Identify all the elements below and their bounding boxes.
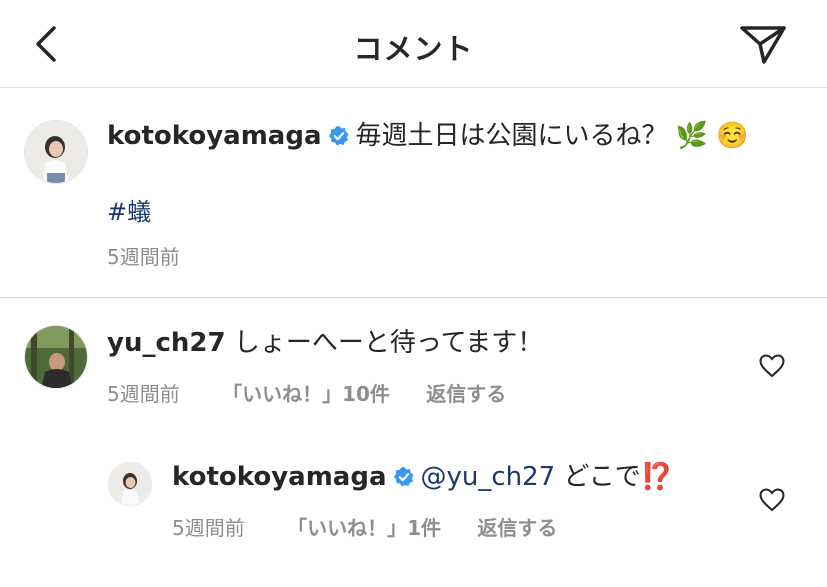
reply-like-count[interactable]: 「いいね！」1件	[287, 516, 441, 540]
avatar[interactable]	[24, 325, 88, 389]
verified-badge-icon	[393, 463, 415, 497]
heart-icon	[759, 488, 785, 512]
comment-timestamp: 5週間前	[107, 382, 180, 406]
like-button[interactable]	[759, 488, 785, 516]
reply-reply-button[interactable]: 返信する	[477, 516, 557, 540]
share-button[interactable]	[738, 22, 788, 66]
reply-timestamp: 5週間前	[172, 516, 245, 540]
caption-text: 毎週土日は公園にいるね？	[355, 121, 668, 151]
reply-emoji: ⁉️	[640, 462, 674, 492]
send-icon	[740, 26, 786, 64]
reply-text: どこで	[563, 462, 641, 492]
caption-line: kotokoyamaga 毎週土日は公園にいるね？ 🌿 ☺️	[107, 119, 749, 156]
page-title: コメント	[353, 32, 474, 66]
verified-badge-icon	[328, 122, 350, 156]
hashtag-link[interactable]: #蟻	[107, 192, 151, 227]
avatar[interactable]	[24, 120, 88, 184]
reply-line: kotokoyamaga @yu_ch27 どこで⁉️	[172, 460, 673, 497]
header-bar: コメント	[0, 0, 827, 88]
caption-timestamp: 5週間前	[107, 245, 180, 269]
reply-mention[interactable]: @yu_ch27	[421, 462, 556, 492]
reply-username[interactable]: kotokoyamaga	[172, 462, 387, 492]
avatar[interactable]	[108, 462, 152, 506]
like-button[interactable]	[759, 354, 785, 382]
comment-line: yu_ch27 しょーへーと待ってます！	[107, 326, 543, 360]
caption-emoji: 🌿 ☺️	[675, 121, 749, 151]
comment-like-count[interactable]: 「いいね！」10件	[222, 382, 390, 406]
heart-icon	[759, 354, 785, 378]
comment-meta: 5週間前 「いいね！」10件 返信する	[107, 378, 506, 407]
post-caption: kotokoyamaga 毎週土日は公園にいるね？ 🌿 ☺️ #蟻 5週間前	[0, 89, 827, 298]
comment-reply-button[interactable]: 返信する	[426, 382, 506, 406]
comment-text: しょーへーと待ってます！	[233, 328, 544, 358]
comment-username[interactable]: yu_ch27	[107, 328, 226, 358]
reply-meta: 5週間前 「いいね！」1件 返信する	[172, 512, 557, 541]
caption-username[interactable]: kotokoyamaga	[107, 121, 322, 151]
